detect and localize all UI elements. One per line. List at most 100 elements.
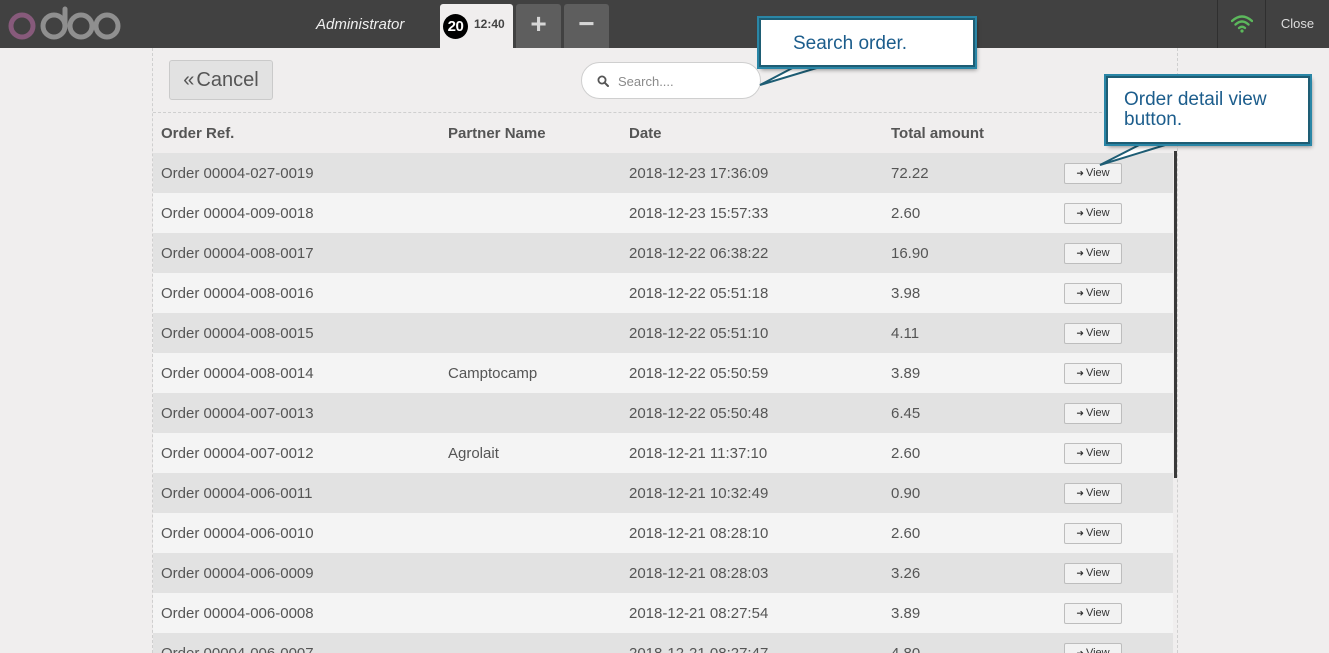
- action-cell: ➜ View: [1056, 273, 1173, 313]
- order-ref-cell: Order 00004-008-0014: [161, 364, 314, 382]
- table-row[interactable]: Order 00004-006-0011 2018-12-21 10:32:49 0…: [153, 473, 1173, 513]
- table-row[interactable]: Order 00004-008-0016 2018-12-22 05:51:18 3…: [153, 273, 1173, 313]
- date-cell: 2018-12-21 08:28:03: [629, 564, 769, 582]
- action-cell: ➜ View: [1056, 393, 1173, 433]
- total-amount-cell: 16.90: [891, 244, 929, 262]
- add-order-button[interactable]: +: [516, 4, 561, 48]
- search-input[interactable]: [618, 71, 748, 91]
- action-cell: ➜ View: [1056, 313, 1173, 353]
- view-order-button[interactable]: ➜ View: [1064, 642, 1122, 653]
- view-label: View: [1085, 486, 1110, 499]
- sign-in-icon: ➜: [1076, 607, 1084, 618]
- scrollbar[interactable]: [1174, 151, 1177, 478]
- action-cell: ➜ View: [1056, 153, 1173, 193]
- order-list-screen: «Cancel Order Ref. Partner Name Date Tot…: [152, 48, 1178, 653]
- remove-order-button[interactable]: −: [564, 4, 609, 48]
- column-header-total-amount: Total amount: [891, 124, 985, 142]
- view-order-button[interactable]: ➜ View: [1064, 442, 1122, 464]
- table-header-row: Order Ref. Partner Name Date Total amoun…: [153, 113, 1173, 153]
- view-order-button[interactable]: ➜ View: [1064, 602, 1122, 624]
- table-row[interactable]: Order 00004-006-0008 2018-12-21 08:27:54 3…: [153, 593, 1173, 633]
- view-label: View: [1085, 166, 1110, 179]
- wifi-icon[interactable]: [1217, 0, 1266, 48]
- order-ref-cell: Order 00004-006-0010: [161, 524, 314, 542]
- view-order-button[interactable]: ➜ View: [1064, 162, 1122, 184]
- total-amount-cell: 72.22: [891, 164, 929, 182]
- view-order-button[interactable]: ➜ View: [1064, 362, 1122, 384]
- view-order-button[interactable]: ➜ View: [1064, 242, 1122, 264]
- sign-in-icon: ➜: [1076, 327, 1084, 338]
- sign-in-icon: ➜: [1076, 527, 1084, 538]
- date-cell: 2018-12-23 15:57:33: [629, 204, 769, 222]
- search-box[interactable]: [581, 62, 761, 99]
- view-order-button[interactable]: ➜ View: [1064, 402, 1122, 424]
- order-ref-cell: Order 00004-007-0013: [161, 404, 314, 422]
- date-cell: 2018-12-22 05:50:59: [629, 364, 769, 382]
- order-ref-cell: Order 00004-006-0007: [161, 644, 314, 653]
- view-order-button[interactable]: ➜ View: [1064, 522, 1122, 544]
- cancel-button[interactable]: «Cancel: [169, 60, 273, 100]
- table-row[interactable]: Order 00004-007-0012 Agrolait 2018-12-21 1…: [153, 433, 1173, 473]
- partner-name-cell: [440, 593, 621, 633]
- table-row[interactable]: Order 00004-006-0007 2018-12-21 08:27:47 4…: [153, 633, 1173, 653]
- date-cell: 2018-12-21 11:37:10: [629, 444, 768, 462]
- total-amount-cell: 2.60: [891, 444, 921, 462]
- double-chevron-left-icon: «: [183, 69, 195, 91]
- table-row[interactable]: Order 00004-008-0017 2018-12-22 06:38:22 1…: [153, 233, 1173, 273]
- order-number-badge: 20: [443, 14, 468, 39]
- callout-order-view-button: Order detail view button.: [1106, 76, 1310, 144]
- view-label: View: [1085, 326, 1110, 339]
- total-amount-cell: 3.89: [891, 604, 921, 622]
- table-row[interactable]: Order 00004-008-0015 2018-12-22 05:51:10 4…: [153, 313, 1173, 353]
- table-row[interactable]: Order 00004-008-0014 Camptocamp 2018-12-22…: [153, 353, 1173, 393]
- view-order-button[interactable]: ➜ View: [1064, 562, 1122, 584]
- total-amount-cell: 3.26: [891, 564, 921, 582]
- table-row[interactable]: Order 00004-006-0009 2018-12-21 08:28:03 3…: [153, 553, 1173, 593]
- sign-in-icon: ➜: [1076, 647, 1084, 653]
- partner-name-cell: [440, 513, 621, 553]
- partner-name-cell: Camptocamp: [448, 364, 538, 382]
- view-label: View: [1085, 526, 1110, 539]
- view-order-button[interactable]: ➜ View: [1064, 282, 1122, 304]
- view-order-button[interactable]: ➜ View: [1064, 482, 1122, 504]
- table-row[interactable]: Order 00004-027-0019 2018-12-23 17:36:09 7…: [153, 153, 1173, 193]
- table-row[interactable]: Order 00004-009-0018 2018-12-23 15:57:33 2…: [153, 193, 1173, 233]
- sign-in-icon: ➜: [1076, 167, 1084, 178]
- close-button[interactable]: Close: [1266, 0, 1329, 48]
- view-label: View: [1085, 286, 1110, 299]
- view-label: View: [1085, 646, 1110, 653]
- sign-in-icon: ➜: [1076, 407, 1084, 418]
- search-icon: [597, 75, 609, 87]
- date-cell: 2018-12-22 05:51:18: [629, 284, 769, 302]
- column-header-order-ref: Order Ref.: [161, 124, 235, 142]
- partner-name-cell: Agrolait: [448, 444, 499, 462]
- table-row[interactable]: Order 00004-006-0010 2018-12-21 08:28:10 2…: [153, 513, 1173, 553]
- total-amount-cell: 3.89: [891, 364, 921, 382]
- callout-search-order: Search order.: [759, 18, 975, 67]
- order-ref-cell: Order 00004-006-0011: [161, 484, 313, 502]
- view-label: View: [1085, 446, 1110, 459]
- sign-in-icon: ➜: [1076, 207, 1084, 218]
- order-ref-cell: Order 00004-027-0019: [161, 164, 314, 182]
- partner-name-cell: [440, 153, 621, 193]
- view-order-button[interactable]: ➜ View: [1064, 202, 1122, 224]
- action-cell: ➜ View: [1056, 433, 1173, 473]
- action-cell: ➜ View: [1056, 593, 1173, 633]
- date-cell: 2018-12-23 17:36:09: [629, 164, 769, 182]
- action-cell: ➜ View: [1056, 353, 1173, 393]
- date-cell: 2018-12-22 06:38:22: [629, 244, 769, 262]
- action-cell: ➜ View: [1056, 553, 1173, 593]
- screen-header: «Cancel: [153, 48, 1177, 113]
- table-row[interactable]: Order 00004-007-0013 2018-12-22 05:50:48 6…: [153, 393, 1173, 433]
- view-order-button[interactable]: ➜ View: [1064, 322, 1122, 344]
- action-cell: ➜ View: [1056, 473, 1173, 513]
- partner-name-cell: [440, 473, 621, 513]
- sign-in-icon: ➜: [1076, 247, 1084, 258]
- order-selector-tab[interactable]: 20 12:40: [440, 4, 513, 48]
- total-amount-cell: 2.60: [891, 524, 921, 542]
- view-label: View: [1085, 606, 1110, 619]
- sign-in-icon: ➜: [1076, 487, 1084, 498]
- partner-name-cell: [440, 313, 621, 353]
- order-ref-cell: Order 00004-008-0016: [161, 284, 314, 302]
- order-rows: Order 00004-027-0019 2018-12-23 17:36:09 7…: [153, 153, 1173, 653]
